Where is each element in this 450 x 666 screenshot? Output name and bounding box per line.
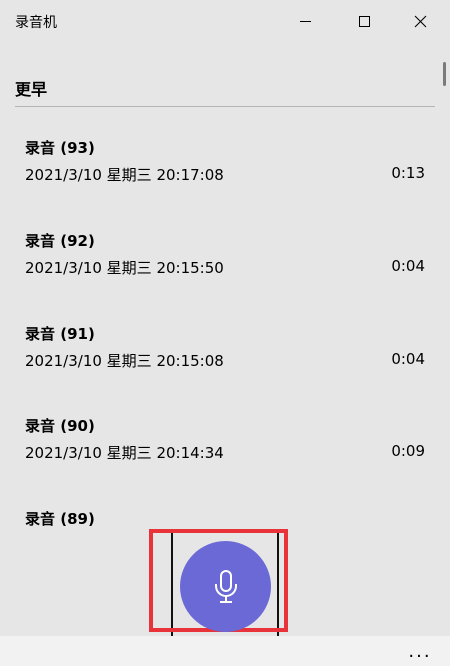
recording-title: 录音 (93) [25,139,95,157]
list-item[interactable]: 录音 (92) 2021/3/10 星期三 20:15:50 0:04 [0,221,440,313]
recording-title: 录音 (92) [25,232,95,250]
recording-duration: 0:13 [391,164,425,182]
title-bar[interactable]: 录音机 [0,0,450,42]
record-button[interactable] [180,541,271,632]
command-bar: ... [0,636,450,666]
minimize-button[interactable] [282,0,328,42]
recording-duration: 0:04 [391,350,425,368]
maximize-button[interactable] [341,0,387,42]
list-item[interactable]: 录音 (90) 2021/3/10 星期三 20:14:34 0:09 [0,407,440,499]
voice-recorder-window: 录音机 更早 录音 (93) 2021/3/10 星期三 20:17:08 0:… [0,0,450,666]
close-icon [414,15,426,27]
scrollbar-thumb[interactable] [443,62,446,86]
minimize-icon [299,20,311,22]
recording-duration: 0:09 [391,442,425,460]
recording-datetime: 2021/3/10 星期三 20:14:34 [25,444,224,462]
recording-duration: 0:04 [391,257,425,275]
close-button[interactable] [397,0,443,42]
maximize-icon [358,15,370,27]
app-title: 录音机 [15,15,57,31]
more-options-button[interactable]: ... [405,636,435,666]
list-item[interactable]: 录音 (91) 2021/3/10 星期三 20:15:08 0:04 [0,314,440,406]
section-header: 更早 [15,80,48,99]
recording-datetime: 2021/3/10 星期三 20:15:08 [25,352,224,370]
recording-title: 录音 (91) [25,325,95,343]
list-item[interactable]: 录音 (93) 2021/3/10 星期三 20:17:08 0:13 [0,129,440,221]
microphone-icon [214,569,237,603]
recording-title: 录音 (90) [25,417,95,435]
recording-title: 录音 (89) [25,510,95,528]
recording-datetime: 2021/3/10 星期三 20:15:50 [25,259,224,277]
recording-datetime: 2021/3/10 星期三 20:17:08 [25,166,224,184]
